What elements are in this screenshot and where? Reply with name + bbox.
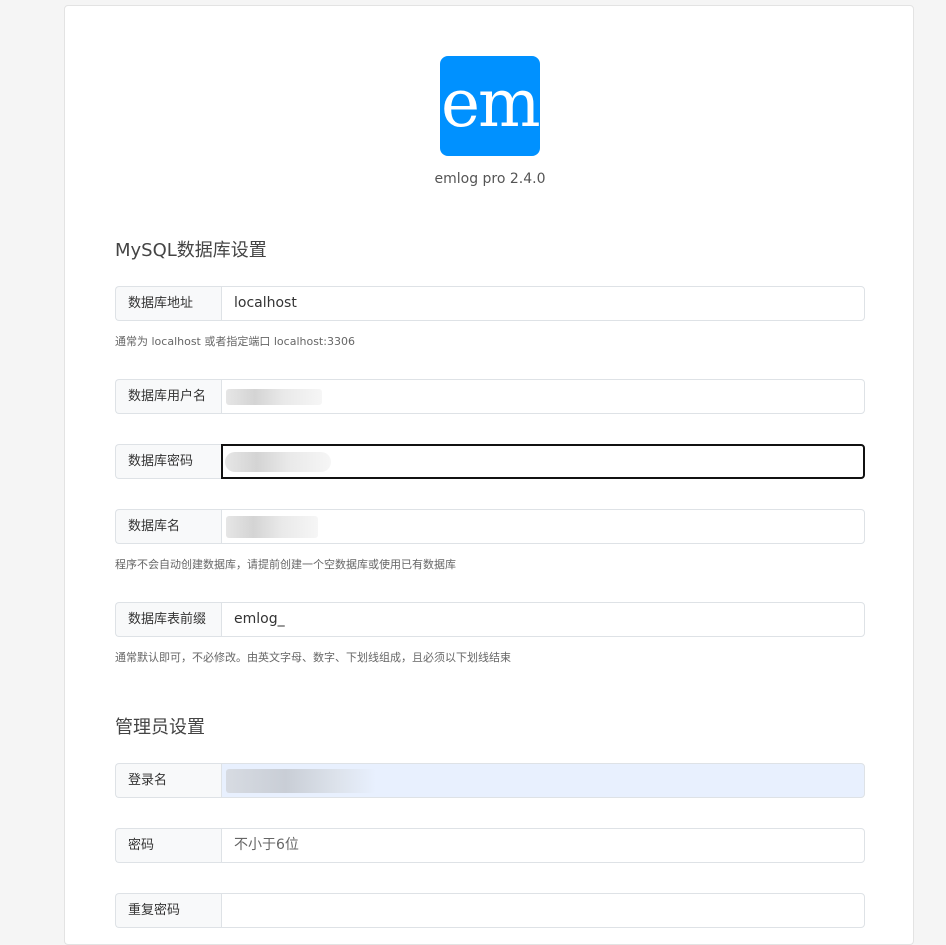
admin-password-placeholder: 不小于6位 <box>234 837 299 853</box>
admin-password-label: 密码 <box>115 828 221 863</box>
redacted-value <box>226 516 318 538</box>
redacted-value <box>226 769 376 793</box>
db-user-label: 数据库用户名 <box>115 379 221 414</box>
db-host-label: 数据库地址 <box>115 286 221 321</box>
logo-text: em <box>441 65 540 142</box>
emlog-logo: em <box>440 56 540 156</box>
admin-section-title: 管理员设置 <box>115 717 205 738</box>
db-host-value: localhost <box>234 295 297 311</box>
db-host-help: 通常为 localhost 或者指定端口 localhost:3306 <box>115 335 355 348</box>
redacted-value <box>226 389 322 405</box>
version-label: emlog pro 2.4.0 <box>434 171 546 187</box>
admin-login-group: 登录名 <box>115 763 865 798</box>
db-prefix-help: 通常默认即可，不必修改。由英文字母、数字、下划线组成，且必须以下划线结束 <box>115 651 511 664</box>
db-name-group: 数据库名 <box>115 509 865 544</box>
redacted-value <box>225 452 331 472</box>
db-user-input[interactable] <box>221 379 865 414</box>
db-prefix-value: emlog_ <box>234 611 285 627</box>
db-name-help: 程序不会自动创建数据库，请提前创建一个空数据库或使用已有数据库 <box>115 558 456 571</box>
db-prefix-group: 数据库表前缀 emlog_ <box>115 602 865 637</box>
db-password-label: 数据库密码 <box>115 444 221 479</box>
db-password-group: 数据库密码 <box>115 444 865 479</box>
db-password-input[interactable] <box>221 444 865 479</box>
admin-repeat-label: 重复密码 <box>115 893 221 928</box>
install-card: em emlog pro 2.4.0 MySQL数据库设置 数据库地址 loca… <box>64 5 914 945</box>
db-prefix-label: 数据库表前缀 <box>115 602 221 637</box>
db-section-title: MySQL数据库设置 <box>115 240 267 261</box>
admin-login-label: 登录名 <box>115 763 221 798</box>
db-name-label: 数据库名 <box>115 509 221 544</box>
admin-repeat-group: 重复密码 <box>115 893 865 928</box>
db-prefix-input[interactable]: emlog_ <box>221 602 865 637</box>
db-host-input[interactable]: localhost <box>221 286 865 321</box>
admin-login-input[interactable] <box>221 763 865 798</box>
db-host-group: 数据库地址 localhost <box>115 286 865 321</box>
admin-repeat-input[interactable] <box>221 893 865 928</box>
admin-password-group: 密码 不小于6位 <box>115 828 865 863</box>
db-user-group: 数据库用户名 <box>115 379 865 414</box>
admin-password-input[interactable]: 不小于6位 <box>221 828 865 863</box>
db-name-input[interactable] <box>221 509 865 544</box>
